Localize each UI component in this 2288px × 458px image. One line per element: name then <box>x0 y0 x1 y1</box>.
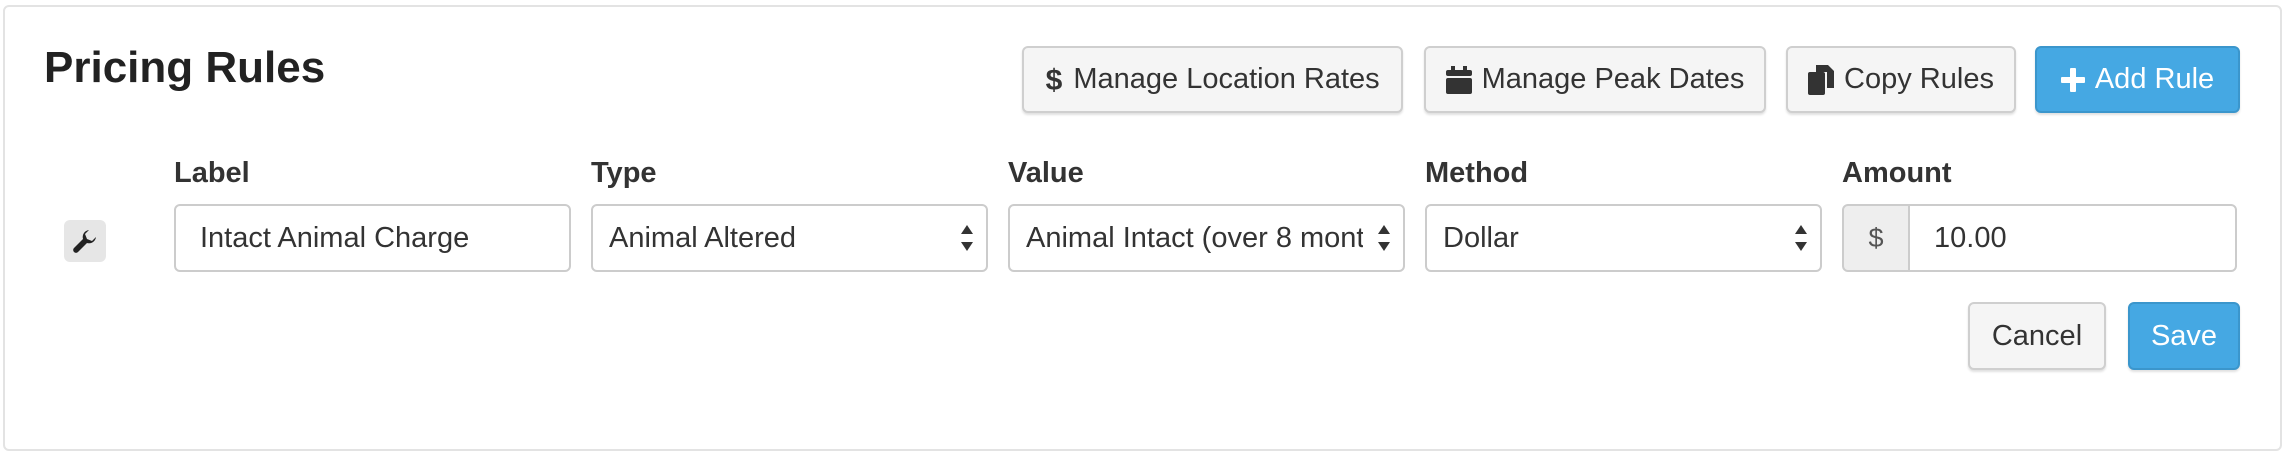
type-select-value: Animal Altered <box>609 221 796 254</box>
copy-rules-label: Copy Rules <box>1844 63 1994 95</box>
column-label-method: Method <box>1425 157 1529 189</box>
type-select[interactable]: Animal Altered <box>591 204 988 272</box>
sort-caret-icon <box>1377 223 1391 253</box>
label-input-box <box>174 204 571 272</box>
add-rule-label: Add Rule <box>2094 63 2215 95</box>
save-button[interactable]: Save <box>2128 302 2240 370</box>
manage-location-rates-label: Manage Location Rates <box>1073 63 1380 95</box>
amount-input[interactable] <box>1910 206 2235 270</box>
column-label-type: Type <box>591 157 657 189</box>
page-title: Pricing Rules <box>44 43 326 92</box>
cancel-label: Cancel <box>1991 319 2083 352</box>
label-input[interactable] <box>176 206 569 270</box>
manage-peak-dates-button[interactable]: Manage Peak Dates <box>1424 46 1766 113</box>
plus-icon <box>2060 67 2085 92</box>
method-select[interactable]: Dollar <box>1425 204 1822 272</box>
dollar-icon: $ <box>1045 65 1063 95</box>
column-label-label: Label <box>174 157 250 189</box>
save-label: Save <box>2150 319 2218 352</box>
copy-icon <box>1808 64 1835 95</box>
column-label-amount: Amount <box>1842 157 1952 189</box>
manage-location-rates-button[interactable]: $ Manage Location Rates <box>1022 46 1403 113</box>
value-select[interactable]: Animal Intact (over 8 mont <box>1008 204 1405 272</box>
add-rule-button[interactable]: Add Rule <box>2035 46 2240 113</box>
column-label-value: Value <box>1008 157 1084 189</box>
sort-caret-icon <box>1794 223 1808 253</box>
currency-addon: $ <box>1842 204 1910 272</box>
method-select-value: Dollar <box>1443 221 1519 254</box>
manage-peak-dates-label: Manage Peak Dates <box>1481 63 1745 95</box>
value-select-value: Animal Intact (over 8 mont <box>1026 221 1363 254</box>
svg-text:$: $ <box>1046 65 1063 95</box>
sort-caret-icon <box>960 223 974 253</box>
cancel-button[interactable]: Cancel <box>1968 302 2106 370</box>
amount-input-box <box>1908 204 2237 272</box>
calendar-icon <box>1445 65 1472 94</box>
copy-rules-button[interactable]: Copy Rules <box>1786 46 2016 113</box>
wrench-icon[interactable] <box>64 220 106 262</box>
